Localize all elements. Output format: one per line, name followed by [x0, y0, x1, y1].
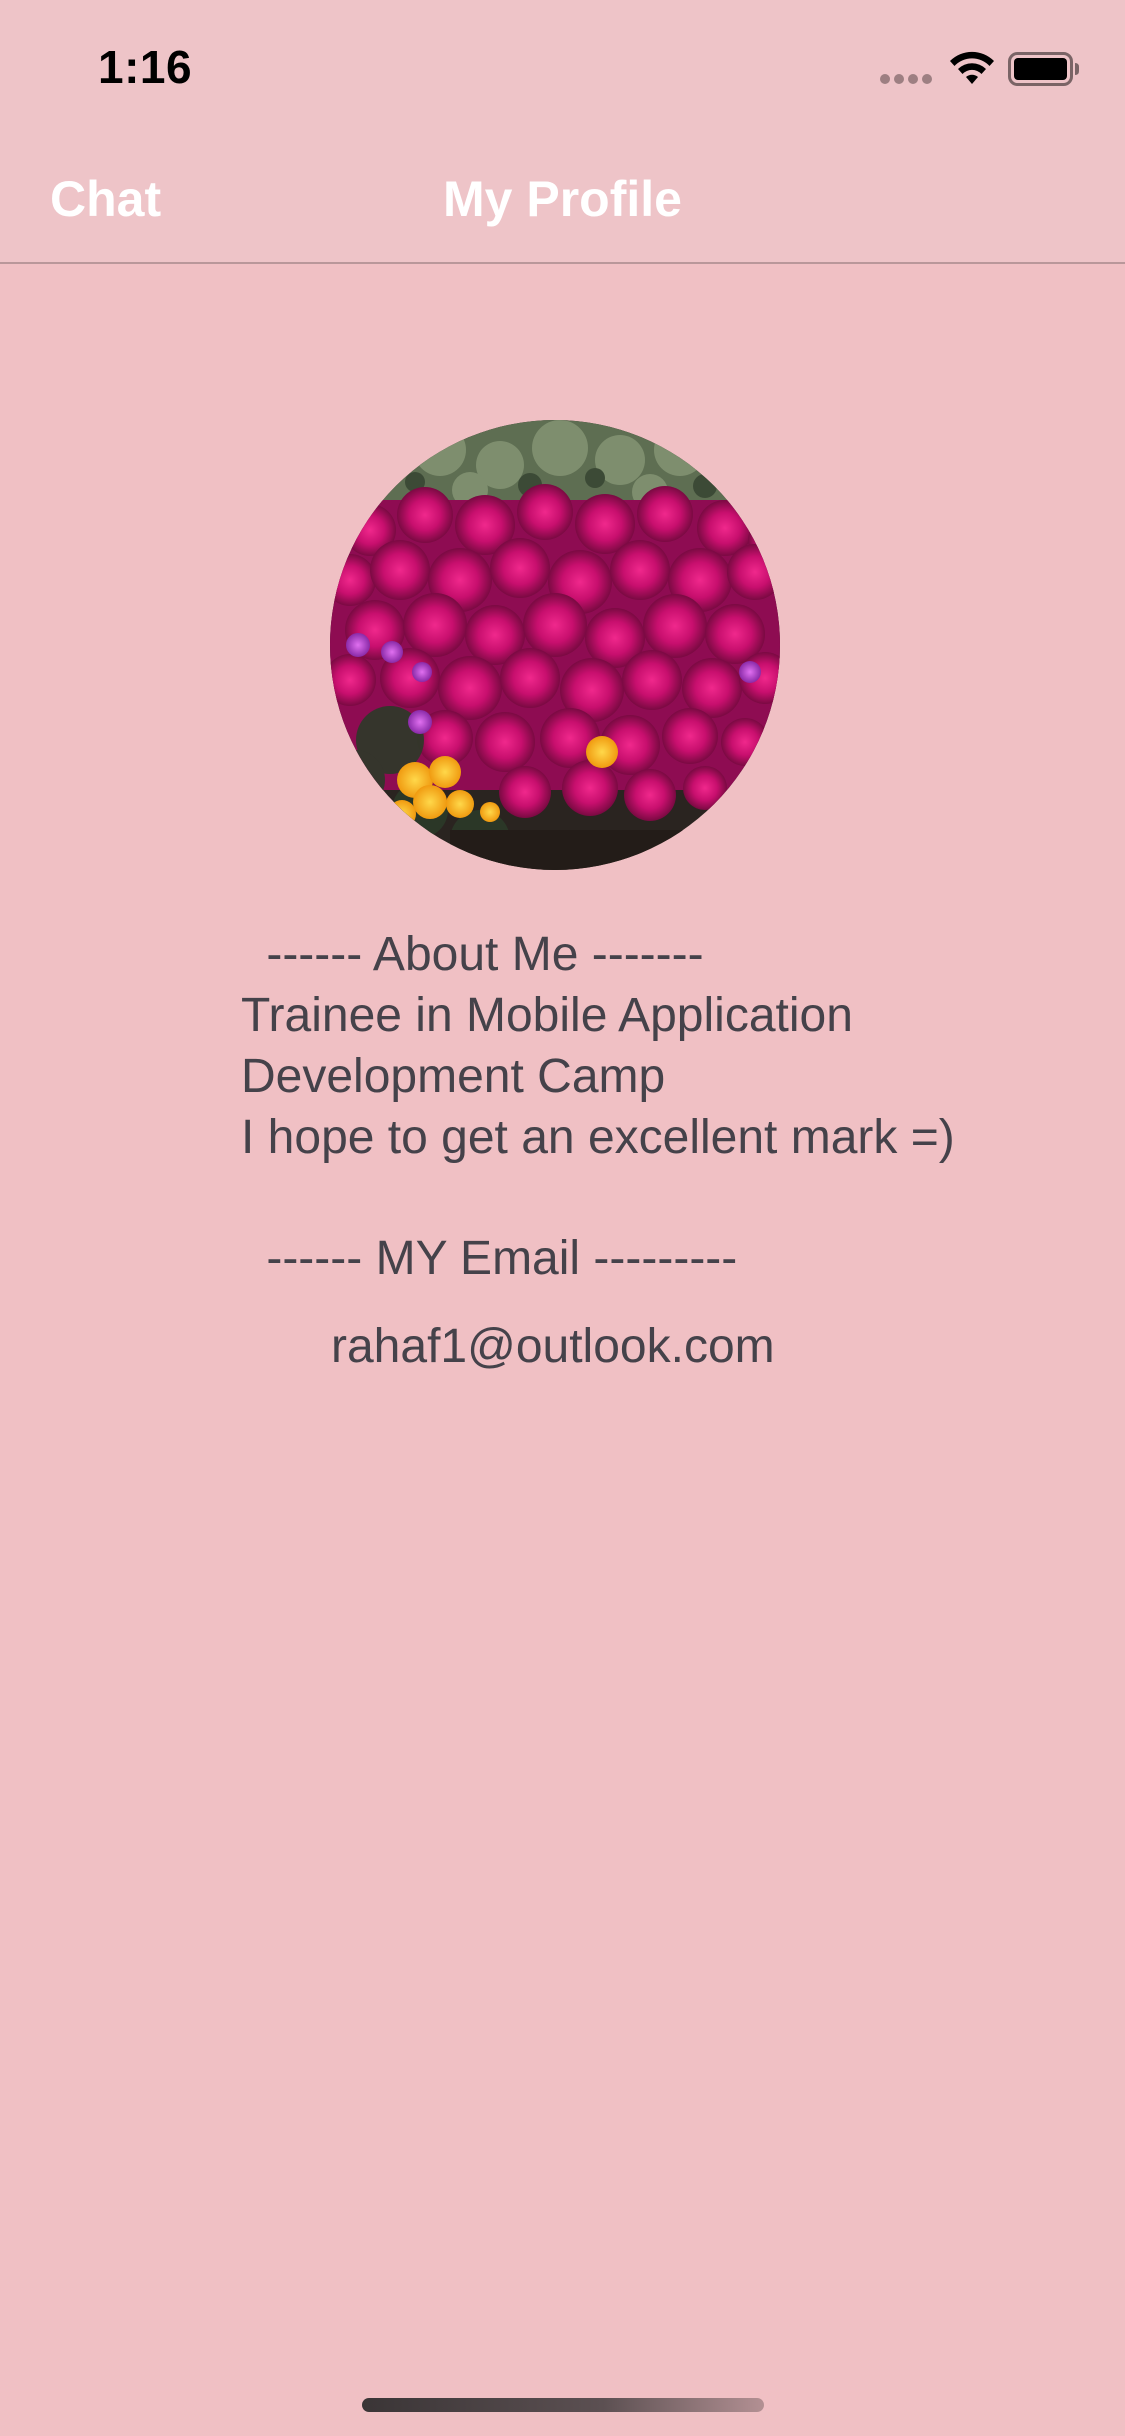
- back-button-chat[interactable]: Chat: [50, 170, 161, 228]
- home-indicator[interactable]: [362, 2398, 764, 2412]
- about-me-line: Development Camp: [241, 1050, 666, 1103]
- flower-photo-avatar: [330, 420, 780, 870]
- email-address: rahaf1@outlook.com: [331, 1320, 775, 1373]
- wifi-icon: [950, 51, 994, 84]
- about-me-line: I hope to get an excellent mark =): [241, 1111, 955, 1164]
- cellular-dots-icon: [880, 74, 936, 86]
- battery-icon: [1008, 52, 1079, 86]
- profile-avatar[interactable]: [330, 420, 780, 870]
- page-title: My Profile: [443, 171, 682, 227]
- about-me-line: Trainee in Mobile Application: [241, 989, 853, 1042]
- navigation-bar: My Profile Chat: [0, 132, 1125, 264]
- status-bar: 1:16: [0, 0, 1125, 132]
- about-me-heading: ------ About Me -------: [253, 928, 704, 981]
- email-heading: ------ MY Email ---------: [253, 1232, 738, 1285]
- status-time: 1:16: [98, 41, 193, 93]
